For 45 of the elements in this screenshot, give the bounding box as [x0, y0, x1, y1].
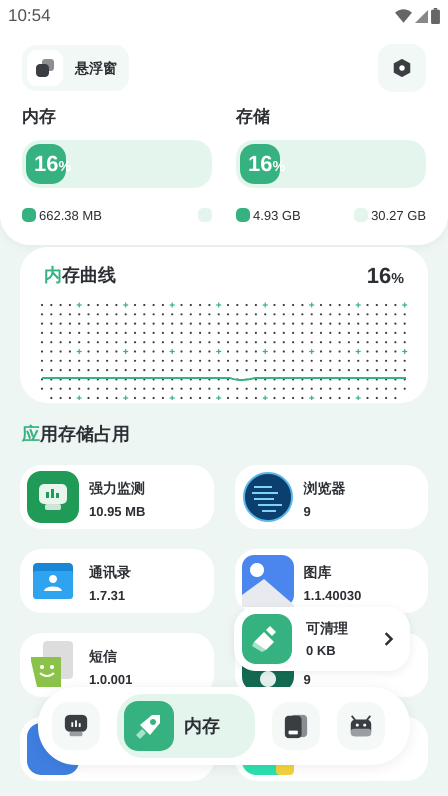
- nav-tab[interactable]: [52, 702, 100, 750]
- globe-icon: [242, 471, 294, 523]
- app-name: 短信: [89, 646, 118, 666]
- app-detail: 9: [304, 502, 312, 520]
- cards-icon: [283, 713, 309, 739]
- app-name: 图库: [304, 562, 332, 582]
- nav-tab[interactable]: [272, 702, 320, 750]
- nav-tab[interactable]: 内存: [117, 694, 255, 758]
- settings-button[interactable]: [378, 44, 426, 92]
- chart-percent: 16%: [366, 262, 404, 290]
- used-amount: 4.93 GB: [253, 206, 301, 224]
- app-detail: 1.0.001: [89, 670, 132, 688]
- chevron-right-icon: [384, 631, 394, 647]
- app-detail: 1.7.31: [89, 586, 126, 604]
- meter-title: 存储: [236, 106, 271, 128]
- chart-title: 内存曲线: [44, 264, 116, 287]
- section-title: 应用存储占用: [22, 424, 130, 444]
- rocket-icon: [124, 701, 174, 751]
- meter-title: 内存: [22, 106, 57, 128]
- app-detail: 10.95 MB: [89, 502, 146, 520]
- free-amount: 30.27 GB: [371, 206, 426, 224]
- cleanable-toast[interactable]: 可清理 0 KB: [234, 607, 410, 671]
- monitor-icon: [63, 713, 89, 739]
- used-amount: 662.38 MB: [39, 206, 102, 224]
- app-card[interactable]: 强力监测 10.95 MB: [20, 465, 214, 529]
- app-detail: 9: [304, 670, 311, 688]
- monitor-app-icon: [27, 471, 79, 523]
- app-name: 浏览器: [304, 478, 346, 498]
- float-window-button[interactable]: 悬浮窗: [22, 45, 129, 91]
- signal-icon: [415, 10, 428, 22]
- battery-icon: [431, 8, 440, 24]
- wifi-icon: [395, 9, 412, 23]
- layers-icon: [34, 57, 56, 79]
- gallery-icon: [242, 555, 294, 607]
- app-card[interactable]: 浏览器 9: [234, 465, 428, 529]
- status-time: 10:54: [8, 5, 51, 28]
- app-name: 通讯录: [89, 562, 131, 582]
- android-icon: [348, 713, 374, 739]
- app-card[interactable]: 通讯录 1.7.31: [20, 549, 214, 613]
- nav-tab[interactable]: [337, 702, 385, 750]
- app-card[interactable]: 图库 1.1.40030: [234, 549, 428, 613]
- broom-icon: [242, 614, 292, 664]
- app-detail: 1.1.40030: [304, 586, 362, 604]
- app-name: 强力监测: [89, 478, 146, 498]
- settings-icon: [391, 57, 413, 79]
